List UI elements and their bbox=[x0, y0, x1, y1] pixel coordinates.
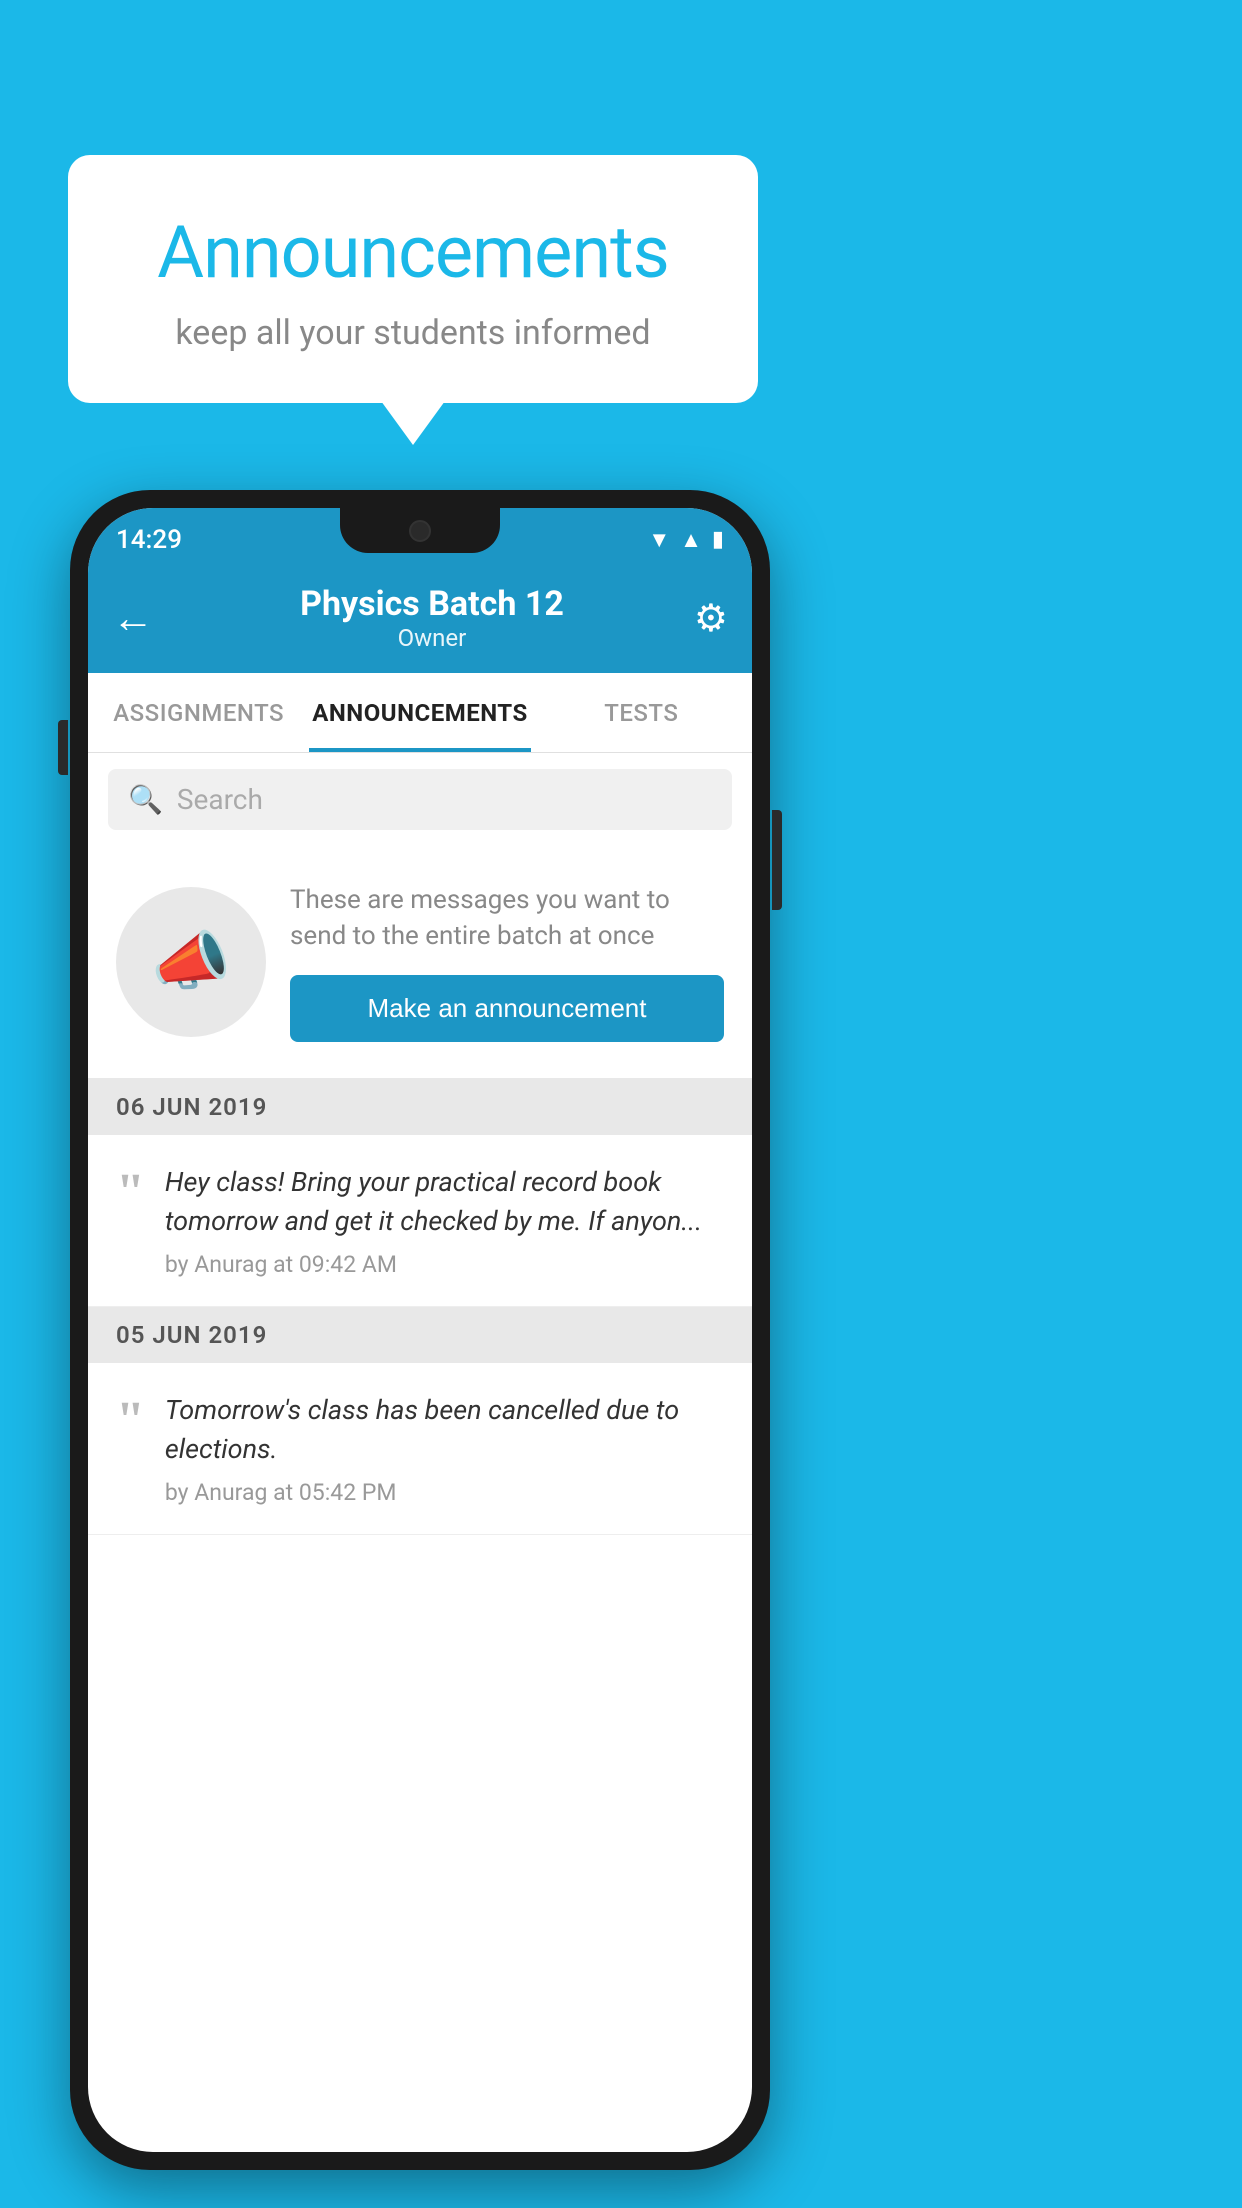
announcement-item-1: " Hey class! Bring your practical record… bbox=[88, 1135, 752, 1307]
announcement-text-2: Tomorrow's class has been cancelled due … bbox=[165, 1391, 724, 1469]
phone-container: 14:29 ▼ ▲ ▮ ← Physics Batch 12 Owner ⚙ bbox=[70, 490, 770, 2170]
announcement-content-1: Hey class! Bring your practical record b… bbox=[165, 1163, 724, 1278]
announcement-item-2: " Tomorrow's class has been cancelled du… bbox=[88, 1363, 752, 1535]
phone-outer: 14:29 ▼ ▲ ▮ ← Physics Batch 12 Owner ⚙ bbox=[70, 490, 770, 2170]
quote-icon-1: " bbox=[116, 1167, 145, 1219]
camera bbox=[409, 520, 431, 542]
settings-icon[interactable]: ⚙ bbox=[694, 596, 728, 641]
app-bar-title-section: Physics Batch 12 Owner bbox=[170, 584, 694, 652]
cta-right: These are messages you want to send to t… bbox=[290, 882, 724, 1042]
app-bar: ← Physics Batch 12 Owner ⚙ bbox=[88, 563, 752, 673]
tab-assignments[interactable]: ASSIGNMENTS bbox=[88, 673, 309, 752]
phone-screen: 14:29 ▼ ▲ ▮ ← Physics Batch 12 Owner ⚙ bbox=[88, 508, 752, 2152]
app-bar-subtitle: Owner bbox=[170, 624, 694, 652]
make-announcement-button[interactable]: Make an announcement bbox=[290, 975, 724, 1042]
content-area: 🔍 Search 📣 These are messages you want t… bbox=[88, 753, 752, 1535]
phone-side-button-left bbox=[58, 720, 68, 775]
search-input[interactable]: Search bbox=[177, 783, 263, 816]
announcement-content-2: Tomorrow's class has been cancelled due … bbox=[165, 1391, 724, 1506]
tab-tests[interactable]: TESTS bbox=[531, 673, 752, 752]
quote-icon-2: " bbox=[116, 1395, 145, 1447]
announcement-meta-2: by Anurag at 05:42 PM bbox=[165, 1479, 724, 1506]
bubble-title: Announcements bbox=[128, 210, 698, 295]
signal-icon: ▲ bbox=[680, 527, 702, 553]
phone-side-button-right bbox=[772, 810, 782, 910]
cta-description: These are messages you want to send to t… bbox=[290, 882, 724, 955]
announcement-meta-1: by Anurag at 09:42 AM bbox=[165, 1251, 724, 1278]
search-input-wrapper[interactable]: 🔍 Search bbox=[108, 769, 732, 830]
tab-announcements[interactable]: ANNOUNCEMENTS bbox=[309, 673, 530, 752]
status-time: 14:29 bbox=[116, 525, 182, 555]
speech-bubble: Announcements keep all your students inf… bbox=[68, 155, 758, 403]
date-divider-2: 05 JUN 2019 bbox=[88, 1307, 752, 1363]
bubble-subtitle: keep all your students informed bbox=[128, 313, 698, 353]
megaphone-circle: 📣 bbox=[116, 887, 266, 1037]
speech-bubble-container: Announcements keep all your students inf… bbox=[68, 155, 758, 403]
date-divider-1: 06 JUN 2019 bbox=[88, 1079, 752, 1135]
search-container: 🔍 Search bbox=[88, 753, 752, 846]
search-icon: 🔍 bbox=[128, 783, 163, 816]
phone-notch bbox=[340, 508, 500, 553]
back-button[interactable]: ← bbox=[112, 594, 154, 643]
app-bar-title: Physics Batch 12 bbox=[170, 584, 694, 624]
announcement-text-1: Hey class! Bring your practical record b… bbox=[165, 1163, 724, 1241]
status-icons: ▼ ▲ ▮ bbox=[648, 527, 724, 553]
megaphone-icon: 📣 bbox=[151, 924, 231, 999]
cta-card: 📣 These are messages you want to send to… bbox=[88, 846, 752, 1079]
wifi-icon: ▼ bbox=[648, 527, 670, 553]
tabs-bar: ASSIGNMENTS ANNOUNCEMENTS TESTS bbox=[88, 673, 752, 753]
battery-icon: ▮ bbox=[712, 527, 724, 552]
